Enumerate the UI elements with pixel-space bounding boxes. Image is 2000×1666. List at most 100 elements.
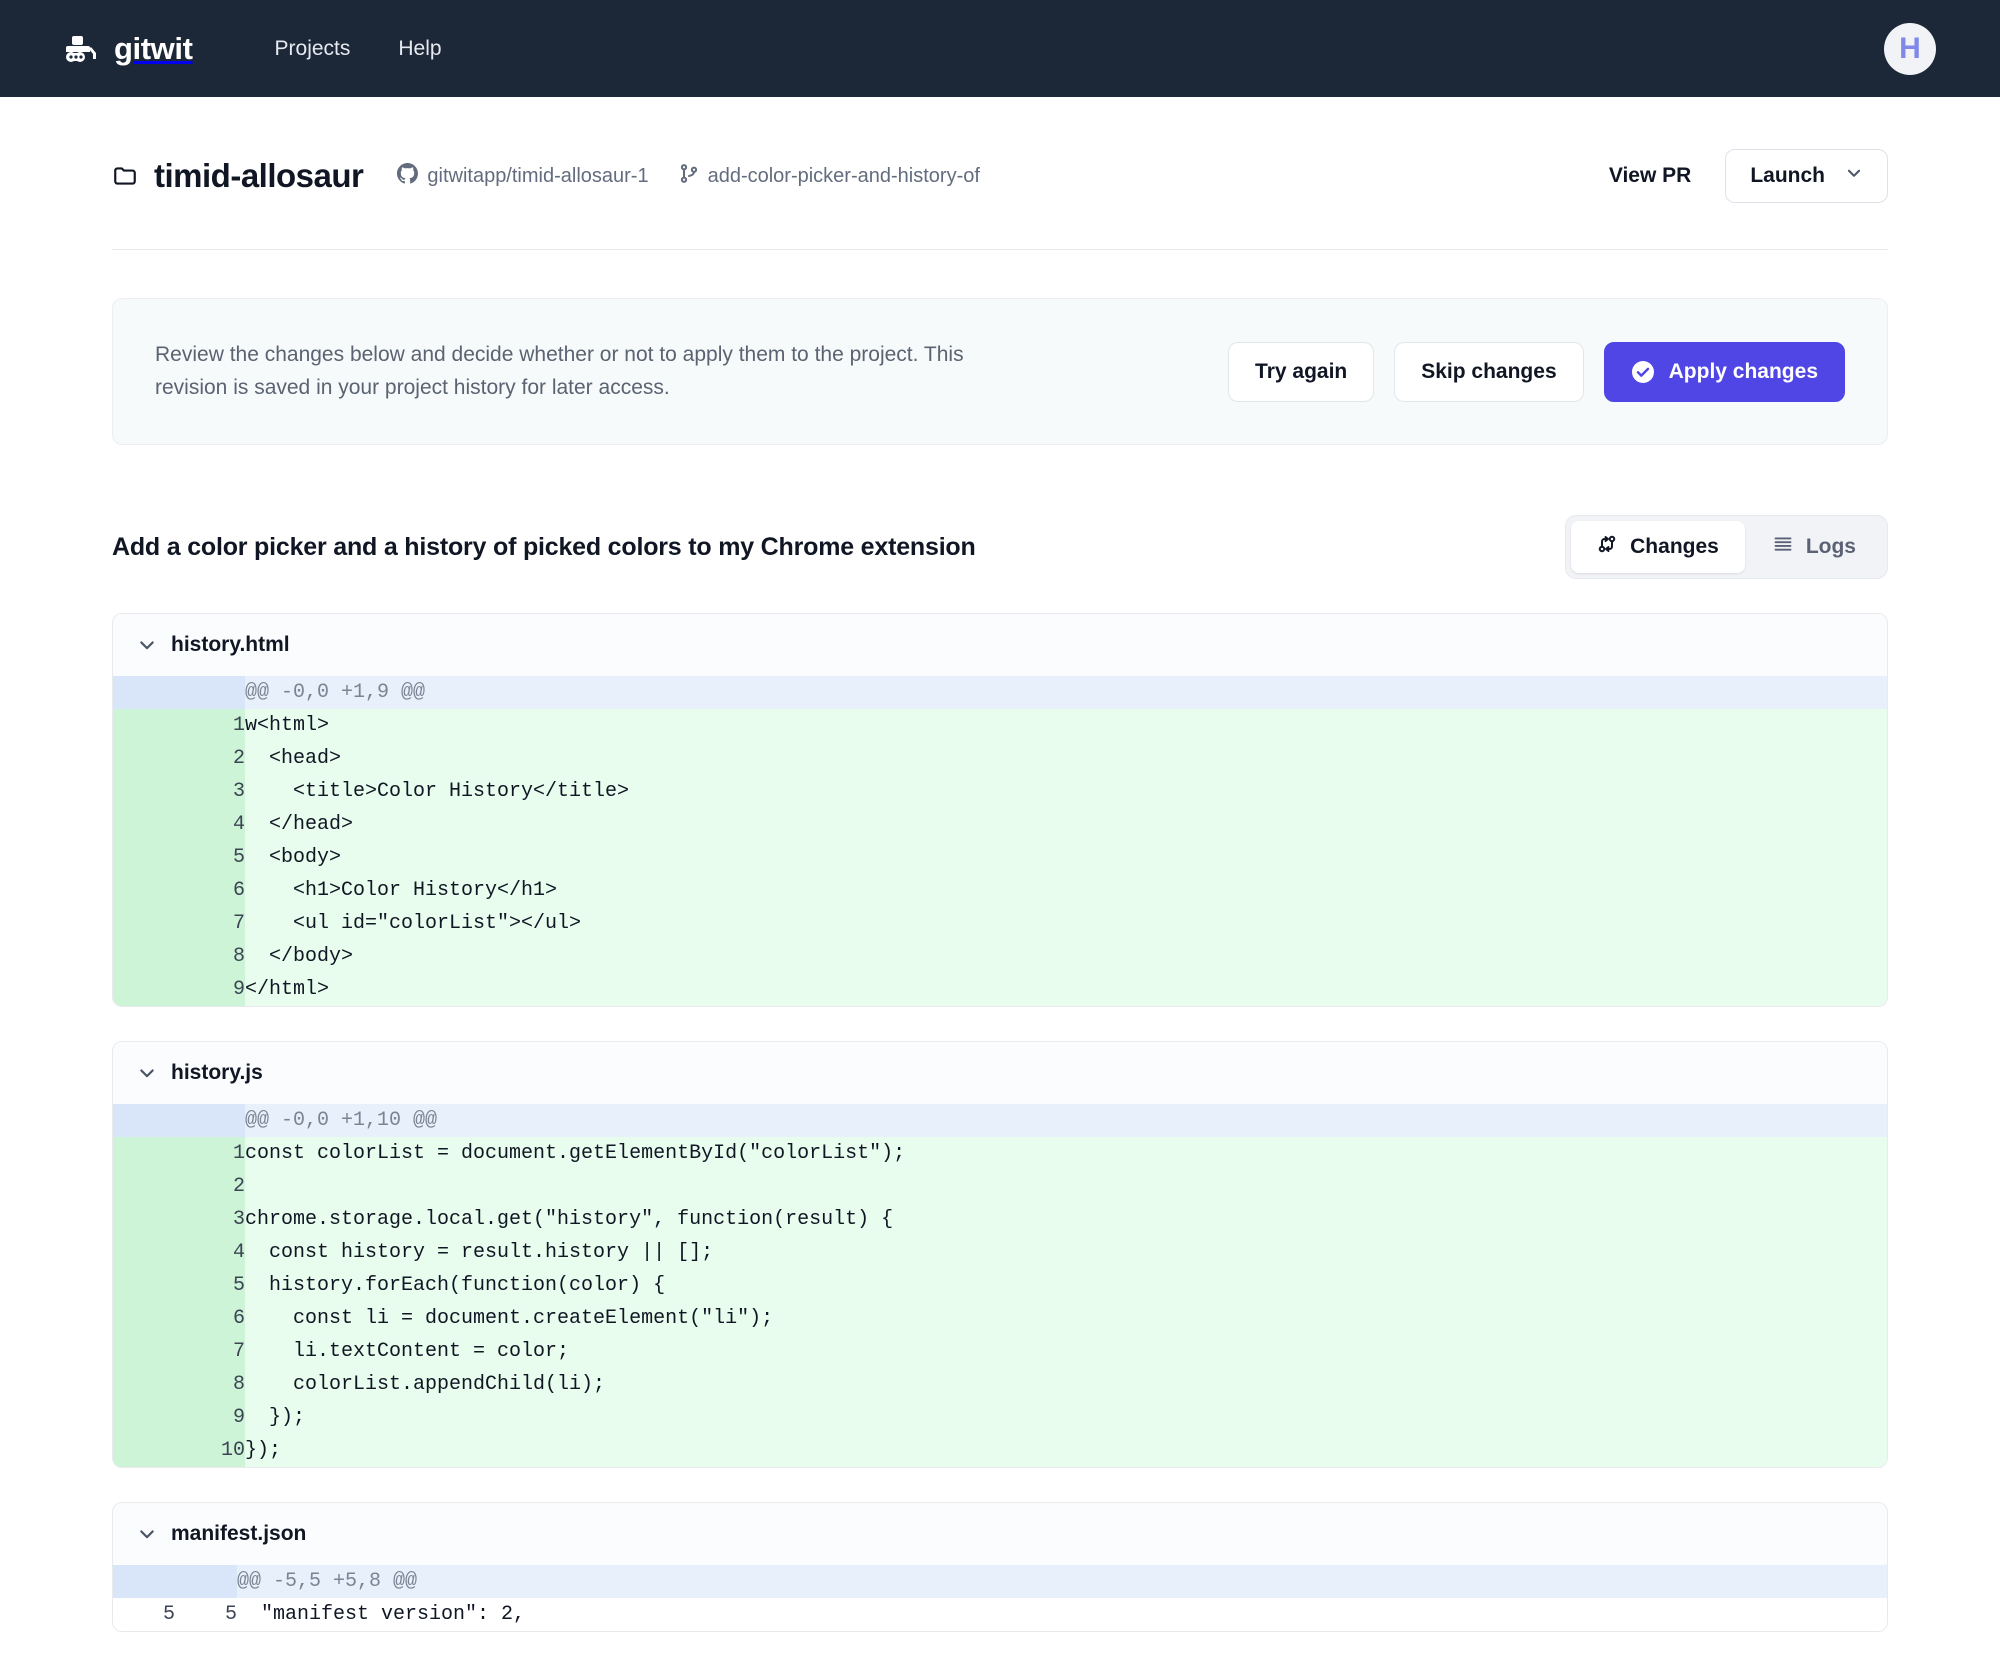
diff-line: 9 }); — [113, 1401, 1887, 1434]
diff-line: 1w<html> — [113, 709, 1887, 742]
page-content: timid-allosaur gitwitapp/timid-allosaur-… — [0, 97, 2000, 1632]
folder-icon — [112, 163, 138, 189]
list-lines-icon — [1773, 534, 1793, 560]
diff-line-number-old: 5 — [113, 1598, 175, 1631]
github-icon — [397, 163, 418, 190]
diff-line-code: const history = result.history || []; — [245, 1236, 1887, 1269]
tab-changes-label: Changes — [1630, 535, 1719, 559]
brand-logo-link[interactable]: gitwit — [64, 31, 193, 67]
diff-filename: history.js — [171, 1061, 263, 1085]
diff-line-number-new: 3 — [113, 1203, 245, 1236]
diff-line: 3chrome.storage.local.get("history", fun… — [113, 1203, 1887, 1236]
diff-line: 4 </head> — [113, 808, 1887, 841]
task-row: Add a color picker and a history of pick… — [112, 515, 1888, 579]
diff-hunk-header: @@ -5,5 +5,8 @@ — [113, 1565, 1887, 1598]
diff-line-number-new: 6 — [113, 1302, 245, 1335]
diff-file: manifest.json @@ -5,5 +5,8 @@55 "manifest… — [112, 1502, 1888, 1632]
diff-line-number-new: 3 — [113, 775, 245, 808]
diff-line-number-new: 1 — [113, 709, 245, 742]
diff-line-code: const colorList = document.getElementByI… — [245, 1137, 1887, 1170]
brand-name: gitwit — [114, 31, 193, 67]
diff-table: @@ -0,0 +1,9 @@1w<html>2 <head>3 <title>… — [113, 676, 1887, 1006]
diff-line: 5 <body> — [113, 841, 1887, 874]
branch-name: add-color-picker-and-history-of — [708, 165, 980, 188]
diff-line: 8 colorList.appendChild(li); — [113, 1368, 1887, 1401]
chevron-down-icon — [1845, 164, 1863, 188]
diff-line-number-new: 10 — [113, 1434, 245, 1467]
diff-line-code: li.textContent = color; — [245, 1335, 1887, 1368]
launch-button[interactable]: Launch — [1725, 149, 1888, 203]
diff-line-code: <title>Color History</title> — [245, 775, 1887, 808]
tab-logs-label: Logs — [1806, 535, 1856, 559]
diff-line-code — [245, 1170, 1887, 1203]
nav-link-help[interactable]: Help — [398, 37, 441, 61]
diff-line-code: <body> — [245, 841, 1887, 874]
view-pr-link[interactable]: View PR — [1609, 164, 1691, 188]
repo-link[interactable]: gitwitapp/timid-allosaur-1 — [397, 163, 648, 190]
diff-file-header[interactable]: manifest.json — [113, 1503, 1887, 1565]
diff-line-code: }); — [245, 1401, 1887, 1434]
apply-changes-button[interactable]: Apply changes — [1604, 342, 1845, 402]
nav-link-projects[interactable]: Projects — [275, 37, 351, 61]
diff-line-number-new: 5 — [113, 1269, 245, 1302]
project-header: timid-allosaur gitwitapp/timid-allosaur-… — [112, 97, 1888, 250]
diff-table: @@ -5,5 +5,8 @@55 "manifest version": 2, — [113, 1565, 1887, 1631]
chevron-down-icon — [137, 1524, 157, 1544]
diff-table: @@ -0,0 +1,10 @@1const colorList = docum… — [113, 1104, 1887, 1467]
diff-line: 10}); — [113, 1434, 1887, 1467]
diff-line: 8 </body> — [113, 940, 1887, 973]
diff-line-code: }); — [245, 1434, 1887, 1467]
diff-line-code: <head> — [245, 742, 1887, 775]
git-branch-icon — [679, 163, 699, 190]
diff-filename: history.html — [171, 633, 290, 657]
review-banner-text: Review the changes below and decide whet… — [155, 339, 1035, 404]
apply-changes-label: Apply changes — [1669, 360, 1818, 384]
tab-changes[interactable]: Changes — [1571, 521, 1745, 573]
diff-line: 4 const history = result.history || []; — [113, 1236, 1887, 1269]
nav-links: Projects Help — [275, 37, 442, 61]
diff-line-number-new: 7 — [113, 1335, 245, 1368]
diff-line: 55 "manifest version": 2, — [113, 1598, 1887, 1631]
diff-line-code: </head> — [245, 808, 1887, 841]
repo-name: gitwitapp/timid-allosaur-1 — [427, 165, 648, 188]
diff-file-header[interactable]: history.html — [113, 614, 1887, 676]
diff-line: 3 <title>Color History</title> — [113, 775, 1887, 808]
branch-link[interactable]: add-color-picker-and-history-of — [679, 163, 980, 190]
chevron-down-icon — [137, 635, 157, 655]
try-again-button[interactable]: Try again — [1228, 342, 1374, 402]
chevron-down-icon — [137, 1063, 157, 1083]
diff-line: 1const colorList = document.getElementBy… — [113, 1137, 1887, 1170]
diff-hunk-header: @@ -0,0 +1,9 @@ — [113, 676, 1887, 709]
diff-line-code: history.forEach(function(color) { — [245, 1269, 1887, 1302]
diff-line-code: "manifest version": 2, — [237, 1598, 1887, 1631]
tab-logs[interactable]: Logs — [1747, 521, 1882, 573]
diff-line-code: </html> — [245, 973, 1887, 1006]
diff-line: 9</html> — [113, 973, 1887, 1006]
git-compare-icon — [1597, 534, 1617, 560]
avatar[interactable]: H — [1884, 23, 1936, 75]
diff-line-number-new: 9 — [113, 1401, 245, 1434]
diff-line: 6 <h1>Color History</h1> — [113, 874, 1887, 907]
diff-line-number-new: 4 — [113, 1236, 245, 1269]
diff-list: history.html @@ -0,0 +1,9 @@1w<html>2 <he… — [112, 613, 1888, 1632]
avatar-initial: H — [1899, 34, 1921, 64]
diff-line-number-new: 4 — [113, 808, 245, 841]
view-tabs: Changes Logs — [1565, 515, 1888, 579]
diff-line-number-new: 5 — [175, 1598, 237, 1631]
review-banner-actions: Try again Skip changes Apply changes — [1228, 342, 1845, 402]
diff-line: 2 <head> — [113, 742, 1887, 775]
diff-line-code: chrome.storage.local.get("history", func… — [245, 1203, 1887, 1236]
diff-filename: manifest.json — [171, 1522, 306, 1546]
diff-file-header[interactable]: history.js — [113, 1042, 1887, 1104]
diff-line-number-new: 6 — [113, 874, 245, 907]
diff-line-code: colorList.appendChild(li); — [245, 1368, 1887, 1401]
diff-line: 5 history.forEach(function(color) { — [113, 1269, 1887, 1302]
diff-line-number-new: 8 — [113, 940, 245, 973]
skip-changes-button[interactable]: Skip changes — [1394, 342, 1583, 402]
diff-file: history.js @@ -0,0 +1,10 @@1const colorLi… — [112, 1041, 1888, 1468]
launch-button-label: Launch — [1750, 164, 1825, 188]
check-circle-icon — [1631, 360, 1655, 384]
diff-line-code: w<html> — [245, 709, 1887, 742]
diff-line-number-new: 5 — [113, 841, 245, 874]
bulldozer-icon — [64, 34, 100, 64]
